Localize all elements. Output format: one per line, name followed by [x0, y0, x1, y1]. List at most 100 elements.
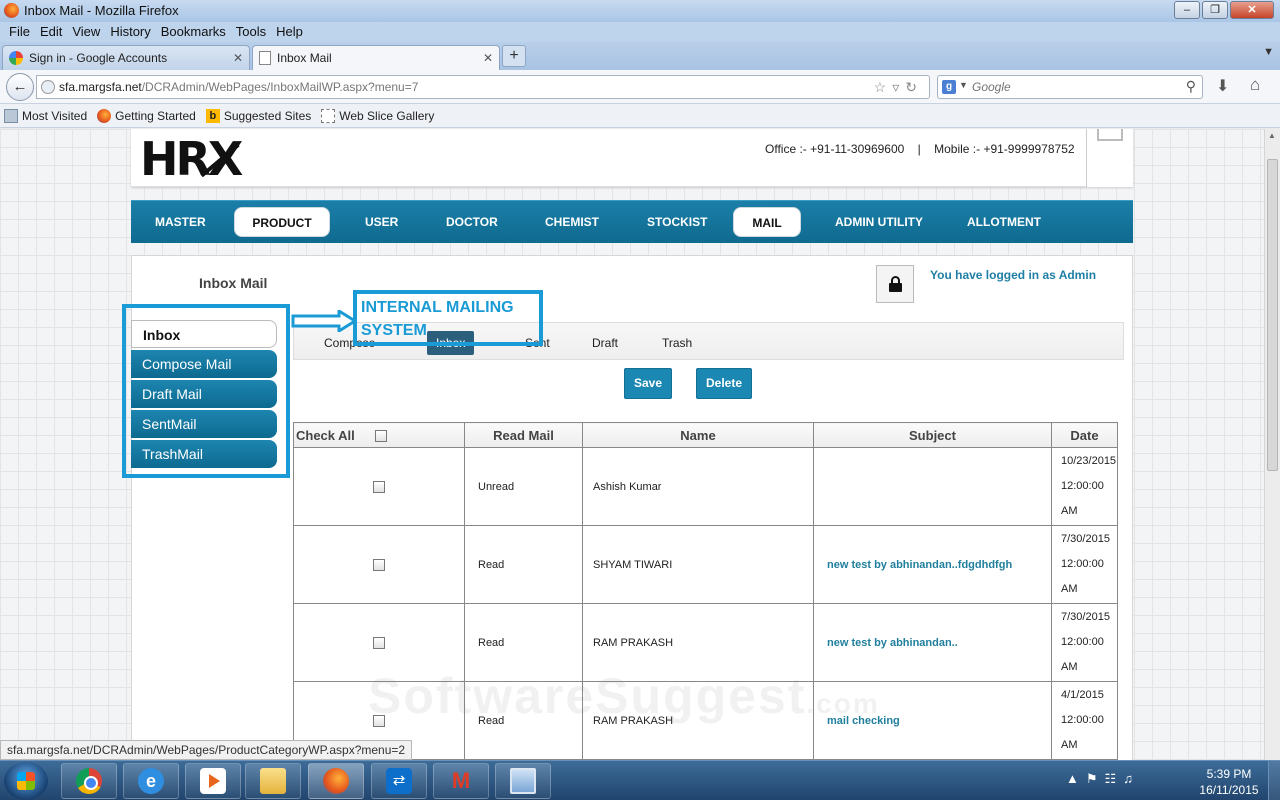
nav-master[interactable]: MASTER	[145, 207, 216, 237]
taskbar-internet-explorer[interactable]: e	[123, 763, 179, 799]
nav-product[interactable]: PRODUCT	[234, 207, 330, 237]
nav-stockist[interactable]: STOCKIST	[637, 207, 717, 237]
firefox-icon	[97, 108, 112, 123]
save-button[interactable]: Save	[624, 368, 672, 399]
media-player-icon	[200, 768, 226, 794]
scroll-up-icon[interactable]: ▲	[1268, 131, 1276, 140]
tab-inbox-mail[interactable]: Inbox Mail ✕	[252, 45, 500, 70]
check-all-checkbox[interactable]	[374, 430, 387, 443]
site-identity-icon[interactable]	[41, 80, 55, 94]
page-scrollbar[interactable]: ▲	[1264, 129, 1280, 760]
search-icon[interactable]: ⚲	[1186, 78, 1196, 95]
header-check-all: Check All	[293, 422, 465, 448]
system-clock[interactable]: 5:39 PM 16/11/2015	[1194, 766, 1264, 798]
table-row[interactable]: Read SHYAM TIWARI new test by abhinandan…	[293, 525, 1118, 604]
login-status: You have logged in as Admin	[930, 268, 1097, 282]
row-checkbox[interactable]	[373, 558, 385, 571]
menu-history[interactable]: History	[105, 22, 155, 42]
teamviewer-icon: ⇄	[386, 768, 412, 794]
read-status: Read	[464, 525, 583, 604]
row-checkbox[interactable]	[373, 480, 385, 493]
download-icon[interactable]: ⬇	[1216, 76, 1229, 96]
search-engine-icon[interactable]: g	[942, 80, 956, 94]
show-desktop-button[interactable]	[1268, 761, 1280, 800]
taskbar-screen[interactable]	[495, 763, 551, 799]
header-date: Date	[1051, 422, 1118, 448]
new-tab-button[interactable]: +	[502, 45, 526, 67]
menu-bookmarks[interactable]: Bookmarks	[156, 22, 231, 42]
sender-name[interactable]: Ashish Kumar	[582, 447, 814, 526]
tab-close-icon[interactable]: ✕	[483, 51, 493, 65]
list-all-tabs-icon[interactable]: ▼	[1263, 46, 1274, 58]
tab-google-accounts[interactable]: Sign in - Google Accounts ✕	[2, 45, 250, 70]
taskbar-marg[interactable]: M	[433, 763, 489, 799]
menu-view[interactable]: View	[67, 22, 105, 42]
bookmark-getting-started[interactable]: Getting Started	[97, 108, 196, 123]
taskbar-firefox[interactable]	[308, 763, 364, 799]
nav-user[interactable]: USER	[355, 207, 408, 237]
scrollbar-thumb[interactable]	[1267, 159, 1278, 471]
search-engine-dropdown-icon[interactable]: ▼	[959, 80, 968, 90]
tab-draft[interactable]: Draft	[583, 331, 627, 355]
volume-icon[interactable]: ♫	[1123, 771, 1140, 786]
nav-chemist[interactable]: CHEMIST	[535, 207, 609, 237]
nav-mail[interactable]: MAIL	[733, 207, 801, 237]
home-icon[interactable]: ⌂	[1250, 75, 1260, 95]
taskbar-chrome[interactable]	[61, 763, 117, 799]
url-bar-icons: ☆▿↻	[874, 79, 923, 96]
menu-tools[interactable]: Tools	[231, 22, 271, 42]
nav-doctor[interactable]: DOCTOR	[436, 207, 508, 237]
annotation-arrow-icon	[291, 310, 357, 332]
menu-edit[interactable]: Edit	[35, 22, 67, 42]
taskbar-media-player[interactable]	[185, 763, 241, 799]
bookmark-suggested-sites[interactable]: b Suggested Sites	[205, 108, 311, 123]
hrx-logo[interactable]: HRX	[140, 135, 243, 183]
site-header: HRX Office :- +91-11-30969600 | Mobile :…	[131, 129, 1133, 187]
bookmark-star-icon[interactable]: ☆	[874, 79, 893, 95]
network-icon[interactable]: ☷	[1105, 771, 1124, 786]
clock-time: 5:39 PM	[1206, 767, 1252, 781]
bookmark-most-visited[interactable]: Most Visited	[4, 108, 87, 123]
start-button[interactable]	[4, 762, 48, 800]
menu-help[interactable]: Help	[271, 22, 308, 42]
sender-name[interactable]: SHYAM TIWARI	[582, 525, 814, 604]
show-hidden-icons-icon[interactable]: ▲	[1066, 771, 1086, 786]
reload-icon[interactable]: ↻	[905, 79, 923, 95]
back-button[interactable]: ←	[6, 73, 34, 101]
url-bar[interactable]: sfa.margsfa.net/DCRAdmin/WebPages/InboxM…	[36, 75, 930, 99]
menu-file[interactable]: File	[4, 22, 35, 42]
header-side-panel	[1086, 129, 1133, 187]
nav-allotment[interactable]: ALLOTMENT	[957, 207, 1051, 237]
mail-date: 10/23/2015 12:00:00 AM	[1051, 447, 1118, 526]
mail-date: 4/1/2015 12:00:00 AM	[1051, 681, 1118, 760]
header-subject: Subject	[813, 422, 1052, 448]
tab-trash[interactable]: Trash	[653, 331, 701, 355]
taskbar-file-explorer[interactable]	[245, 763, 301, 799]
mail-subject[interactable]: new test by abhinandan..fdgdhdfgh	[813, 525, 1052, 604]
row-checkbox[interactable]	[373, 636, 385, 649]
mail-subject[interactable]	[813, 447, 1052, 526]
flag-icon[interactable]: ⚑	[1086, 771, 1105, 786]
close-window-button[interactable]: ✕	[1230, 1, 1274, 19]
file-explorer-icon	[260, 768, 286, 794]
watermark: SoftwareSuggest.com	[368, 668, 880, 724]
delete-button[interactable]: Delete	[696, 368, 752, 399]
nav-admin-utility[interactable]: ADMIN UTILITY	[825, 207, 933, 237]
menu-bar: File Edit View History Bookmarks Tools H…	[0, 22, 1280, 42]
minimize-button[interactable]: –	[1174, 1, 1200, 19]
window-titlebar: Inbox Mail - Mozilla Firefox – ❐ ✕	[0, 0, 1280, 22]
table-row[interactable]: Unread Ashish Kumar 10/23/2015 12:00:00 AM	[293, 447, 1118, 526]
home-icon[interactable]	[1097, 129, 1123, 141]
tab-close-icon[interactable]: ✕	[233, 51, 243, 65]
annotation-label: INTERNAL MAILING SYSTEM	[361, 299, 514, 339]
logout-button[interactable]	[876, 265, 914, 303]
lock-icon	[889, 276, 902, 292]
bookmark-web-slice-gallery[interactable]: Web Slice Gallery	[321, 108, 434, 123]
search-bar[interactable]: g ▼ ⚲	[937, 75, 1203, 99]
search-input[interactable]	[972, 79, 1172, 95]
history-dropdown-icon[interactable]: ▿	[892, 79, 905, 95]
restore-button[interactable]: ❐	[1202, 1, 1228, 19]
taskbar-teamviewer[interactable]: ⇄	[371, 763, 427, 799]
mail-date: 7/30/2015 12:00:00 AM	[1051, 525, 1118, 604]
most-visited-icon	[4, 108, 18, 123]
